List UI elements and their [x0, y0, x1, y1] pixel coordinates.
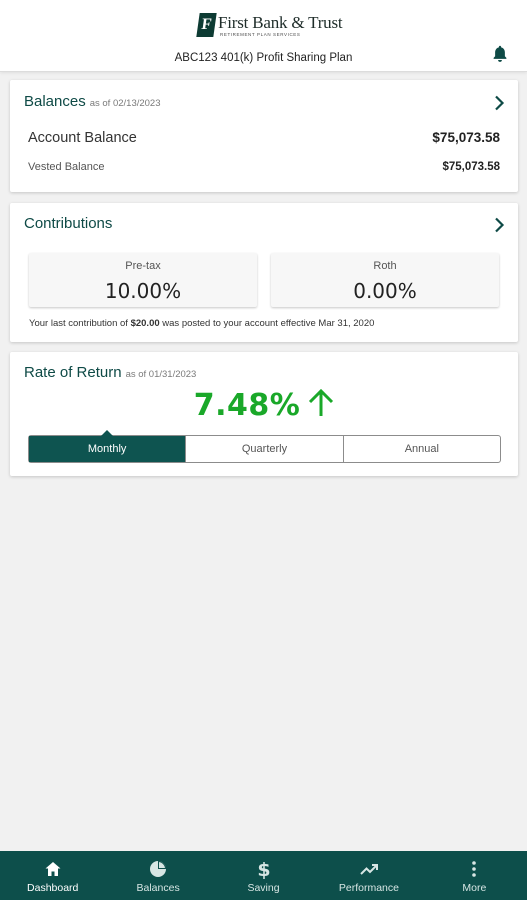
rate-of-return-title: Rate of Return as of 01/31/2023	[24, 364, 197, 381]
trending-up-icon	[360, 864, 378, 875]
tab-more-label: More	[462, 882, 487, 894]
chevron-right-icon[interactable]	[493, 95, 505, 111]
balances-card[interactable]: Balances as of 02/13/2023 Account Balance…	[10, 80, 518, 192]
dollar-icon: $	[257, 859, 270, 879]
tab-dashboard-label: Dashboard	[27, 882, 79, 894]
balances-as-of: as of 02/13/2023	[89, 98, 161, 109]
bottom-tab-bar: Dashboard Balances $ Saving Performance …	[0, 851, 527, 900]
period-quarterly-button[interactable]: Quarterly	[185, 436, 342, 462]
bell-icon[interactable]	[491, 44, 509, 64]
arrow-up-icon	[309, 388, 334, 416]
account-balance-label: Account Balance	[28, 130, 137, 146]
roth-box: Roth 0.00%	[271, 253, 499, 307]
more-vertical-icon	[472, 861, 477, 877]
roth-label: Roth	[373, 260, 397, 272]
last-contribution-note: Your last contribution of $20.00 was pos…	[29, 318, 375, 329]
bank-logo: F First Bank & Trust RETIREMENT PLAN SER…	[196, 10, 343, 40]
app-header: F First Bank & Trust RETIREMENT PLAN SER…	[0, 0, 527, 72]
tab-balances[interactable]: Balances	[105, 851, 210, 900]
rate-of-return-card: Rate of Return as of 01/31/2023 7.48% Mon…	[10, 352, 518, 476]
roth-value: 0.00%	[353, 279, 417, 303]
rate-of-return-value: 7.48%	[10, 388, 518, 423]
plan-name: ABC123 401(k) Profit Sharing Plan	[174, 52, 353, 64]
logo-text: First Bank & Trust	[218, 12, 343, 32]
contributions-title: Contributions	[24, 215, 113, 232]
pie-chart-icon	[150, 861, 167, 877]
balances-title: Balances as of 02/13/2023	[24, 93, 161, 110]
pretax-value: 10.00%	[104, 279, 182, 303]
pretax-box: Pre-tax 10.00%	[29, 253, 257, 307]
pretax-label: Pre-tax	[125, 260, 161, 272]
last-contribution-amount: $20.00	[130, 318, 160, 329]
tab-saving-label: Saving	[247, 882, 280, 894]
period-annual-button[interactable]: Annual	[342, 436, 500, 462]
tab-performance[interactable]: Performance	[316, 851, 421, 900]
svg-text:$: $	[257, 859, 270, 879]
logo-mark: F	[196, 13, 217, 37]
vested-balance-value: $75,073.58	[442, 161, 500, 173]
tab-performance-label: Performance	[338, 882, 399, 894]
tab-dashboard[interactable]: Dashboard	[0, 851, 105, 900]
vested-balance-label: Vested Balance	[28, 161, 105, 173]
tab-more[interactable]: More	[422, 851, 527, 900]
period-monthly-button[interactable]: Monthly	[29, 430, 186, 462]
account-balance-value: $75,073.58	[432, 130, 500, 145]
logo-subtitle: RETIREMENT PLAN SERVICES	[220, 31, 301, 37]
chevron-right-icon[interactable]	[493, 217, 505, 233]
rate-of-return-as-of: as of 01/31/2023	[125, 369, 197, 380]
tab-balances-label: Balances	[136, 882, 180, 894]
home-icon	[45, 862, 61, 876]
tab-saving[interactable]: $ Saving	[211, 851, 316, 900]
period-selector: Monthly Quarterly Annual	[28, 430, 501, 463]
contributions-card[interactable]: Contributions Pre-tax 10.00% Roth 0.00% …	[10, 203, 518, 342]
